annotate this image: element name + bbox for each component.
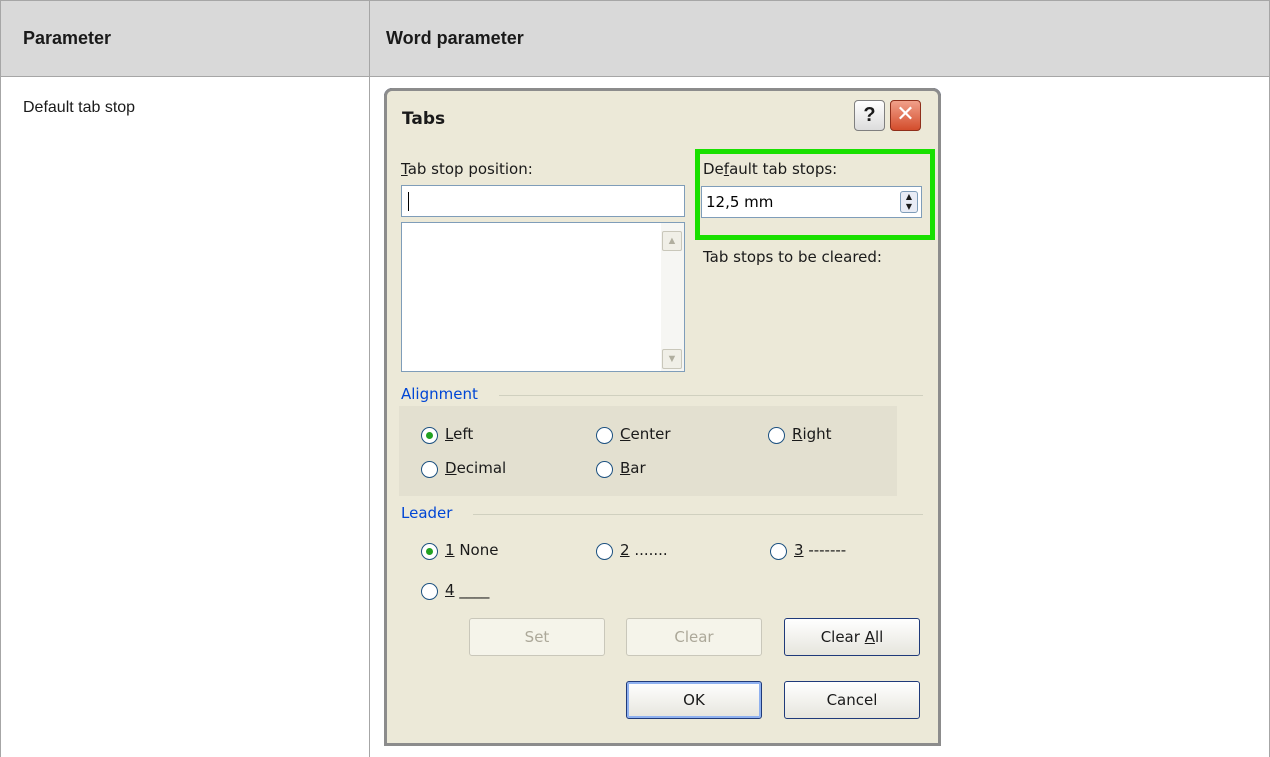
clear-all-button[interactable]: Clear All xyxy=(784,618,920,656)
table-border-left xyxy=(0,76,1,757)
alignment-group xyxy=(399,406,897,496)
cancel-button[interactable]: Cancel xyxy=(784,681,920,719)
radio-leader-dashes-label[interactable]: 3 ------- xyxy=(794,541,846,559)
leader-separator xyxy=(473,514,923,515)
radio-leader-none[interactable] xyxy=(421,543,438,560)
set-button[interactable]: Set xyxy=(469,618,605,656)
radio-right[interactable] xyxy=(768,427,785,444)
table-column-divider xyxy=(369,76,370,757)
table-header-row xyxy=(0,0,1270,77)
radio-leader-underline[interactable] xyxy=(421,583,438,600)
radio-left[interactable] xyxy=(421,427,438,444)
ok-button[interactable]: OK xyxy=(626,681,762,719)
dialog-title: Tabs xyxy=(402,109,446,129)
radio-leader-none-label[interactable]: 1 None xyxy=(445,541,498,559)
alignment-separator xyxy=(499,395,923,396)
tab-stop-list[interactable]: ▲ ▼ xyxy=(401,222,685,372)
tab-stops-cleared-label: Tab stops to be cleared: xyxy=(703,248,882,266)
default-tab-stops-value: 12,5 mm xyxy=(706,193,774,211)
header-word-parameter: Word parameter xyxy=(386,28,524,48)
leader-group-title: Leader xyxy=(401,504,453,522)
radio-bar-label[interactable]: Bar xyxy=(620,459,646,477)
close-icon[interactable]: ✕ xyxy=(890,100,921,131)
radio-leader-dots[interactable] xyxy=(596,543,613,560)
radio-bar[interactable] xyxy=(596,461,613,478)
list-scrollbar[interactable]: ▲ ▼ xyxy=(661,223,684,371)
text-caret xyxy=(408,192,409,211)
alignment-group-title: Alignment xyxy=(401,385,478,403)
radio-decimal[interactable] xyxy=(421,461,438,478)
header-parameter: Parameter xyxy=(23,28,112,48)
dialog-titlebar[interactable]: Tabs ? ✕ xyxy=(387,91,938,131)
radio-left-label[interactable]: Left xyxy=(445,425,473,443)
default-tab-stops-field[interactable]: 12,5 mm ▲ ▼ xyxy=(701,186,922,218)
scroll-up-icon[interactable]: ▲ xyxy=(662,231,682,251)
radio-center-label[interactable]: Center xyxy=(620,425,671,443)
radio-leader-dots-label[interactable]: 2 ....... xyxy=(620,541,668,559)
radio-leader-underline-label[interactable]: 4 ____ xyxy=(445,581,489,599)
radio-leader-dashes[interactable] xyxy=(770,543,787,560)
scroll-down-icon[interactable]: ▼ xyxy=(662,349,682,369)
radio-right-label[interactable]: Right xyxy=(792,425,832,443)
help-icon[interactable]: ? xyxy=(854,100,885,131)
tab-stop-position-label: Tab stop position: xyxy=(401,160,533,178)
tab-stop-position-input[interactable] xyxy=(401,185,685,217)
radio-center[interactable] xyxy=(596,427,613,444)
header-divider xyxy=(369,0,370,77)
default-tab-stops-label: Default tab stops: xyxy=(703,160,838,178)
parameter-cell: Default tab stop xyxy=(23,99,136,116)
clear-button[interactable]: Clear xyxy=(626,618,762,656)
radio-decimal-label[interactable]: Decimal xyxy=(445,459,506,477)
spinner-icon[interactable]: ▲ ▼ xyxy=(900,191,918,213)
